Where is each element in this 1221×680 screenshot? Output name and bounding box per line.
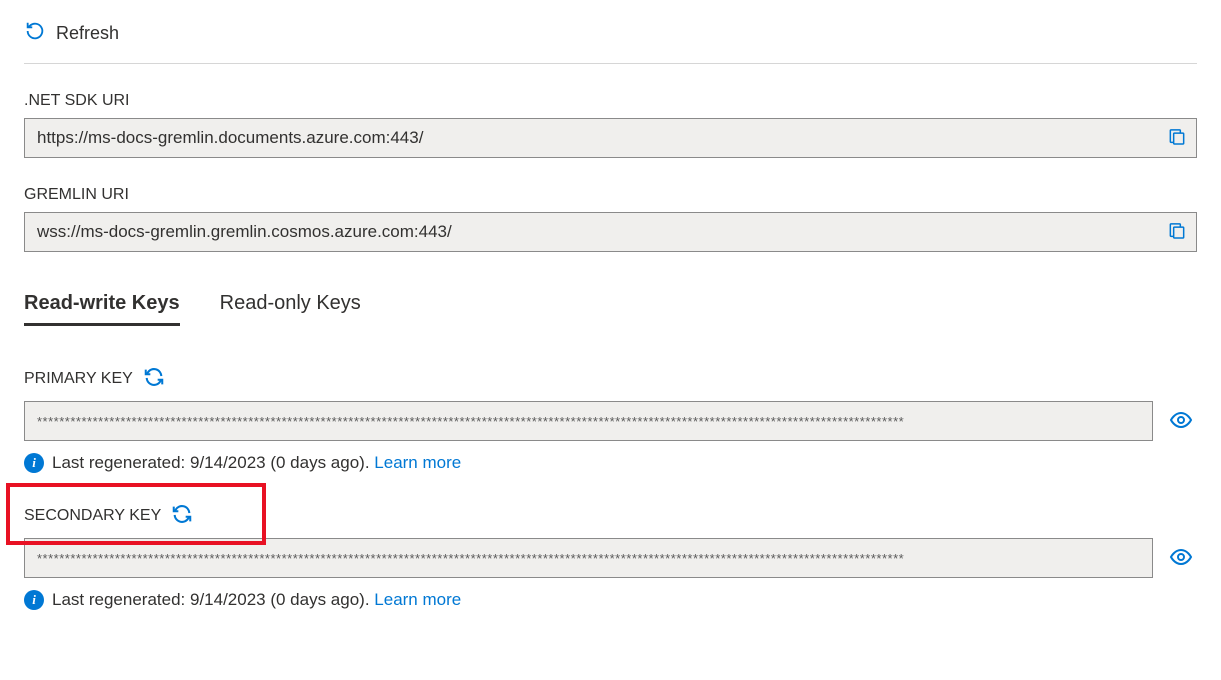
regenerate-icon (171, 513, 193, 528)
primary-key-label: PRIMARY KEY (24, 370, 133, 388)
eye-icon (1169, 545, 1193, 572)
secondary-key-label: SECONDARY KEY (24, 507, 161, 525)
eye-icon (1169, 408, 1193, 435)
net-sdk-uri-input[interactable] (24, 118, 1197, 158)
net-sdk-uri-input-wrap (24, 118, 1197, 158)
gremlin-uri-input[interactable] (24, 212, 1197, 252)
secondary-key-section: SECONDARY KEY i La (24, 503, 1197, 610)
toolbar-refresh[interactable]: Refresh (24, 20, 1197, 64)
primary-key-section: PRIMARY KEY i Last (24, 366, 1197, 473)
show-secondary-key-button[interactable] (1165, 541, 1197, 576)
show-primary-key-button[interactable] (1165, 404, 1197, 439)
tab-readwrite-keys[interactable]: Read-write Keys (24, 292, 180, 326)
info-icon: i (24, 453, 44, 473)
secondary-key-learn-more-link[interactable]: Learn more (374, 590, 461, 609)
net-sdk-uri-label: .NET SDK URI (24, 92, 1197, 110)
regenerate-icon (143, 376, 165, 391)
secondary-key-regen-text: Last regenerated: 9/14/2023 (0 days ago)… (52, 590, 374, 609)
net-sdk-uri-group: .NET SDK URI (24, 92, 1197, 158)
refresh-label: Refresh (56, 23, 119, 44)
gremlin-uri-group: GREMLIN URI (24, 186, 1197, 252)
copy-icon (1167, 127, 1187, 150)
primary-key-input[interactable] (24, 401, 1153, 441)
key-tabs: Read-write Keys Read-only Keys (24, 292, 1197, 326)
tab-readonly-keys[interactable]: Read-only Keys (220, 292, 361, 326)
gremlin-uri-label: GREMLIN URI (24, 186, 1197, 204)
regenerate-primary-key-button[interactable] (143, 366, 165, 391)
copy-net-sdk-uri-button[interactable] (1163, 123, 1191, 154)
primary-key-regen-text: Last regenerated: 9/14/2023 (0 days ago)… (52, 453, 374, 472)
info-icon: i (24, 590, 44, 610)
primary-key-learn-more-link[interactable]: Learn more (374, 453, 461, 472)
secondary-key-info: i Last regenerated: 9/14/2023 (0 days ag… (24, 590, 1197, 610)
primary-key-info: i Last regenerated: 9/14/2023 (0 days ag… (24, 453, 1197, 473)
secondary-key-input[interactable] (24, 538, 1153, 578)
refresh-icon (24, 20, 46, 47)
gremlin-uri-input-wrap (24, 212, 1197, 252)
copy-icon (1167, 221, 1187, 244)
copy-gremlin-uri-button[interactable] (1163, 217, 1191, 248)
regenerate-secondary-key-button[interactable] (171, 503, 193, 528)
